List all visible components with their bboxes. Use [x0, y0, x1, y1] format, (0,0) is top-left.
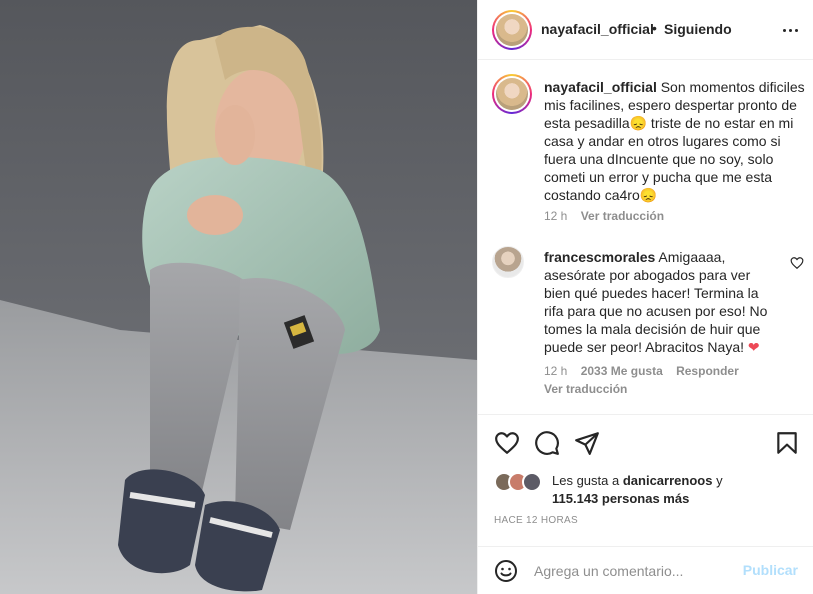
following-button[interactable]: Siguiendo — [664, 21, 732, 37]
bookmark-icon[interactable] — [774, 430, 800, 456]
caption-meta: 12 h Ver traducción — [544, 209, 664, 223]
post-timestamp[interactable]: HACE 12 HORAS — [494, 515, 578, 526]
publish-button[interactable]: Publicar — [743, 562, 798, 578]
header-separator: • — [652, 20, 657, 36]
post-author-avatar[interactable] — [492, 10, 532, 50]
likers-avatars[interactable] — [494, 472, 550, 492]
likes-count[interactable]: 115.143 personas más — [552, 491, 689, 506]
post-side-panel: nayafacil_official • Siguiendo nayafacil… — [477, 0, 813, 594]
post-header: nayafacil_official • Siguiendo — [478, 0, 813, 60]
comment-icon[interactable] — [534, 430, 560, 456]
comment-meta: 12 h 2033 Me gusta Responder — [544, 364, 804, 378]
comment-username[interactable]: francescmorales — [544, 249, 655, 265]
comment-heart-emoji: ❤ — [747, 339, 760, 355]
comment-time[interactable]: 12 h — [544, 364, 567, 378]
comment-box: Publicar — [478, 546, 813, 594]
post-actions-bar — [478, 414, 813, 470]
post-author-username[interactable]: nayafacil_official — [541, 21, 654, 37]
caption-time[interactable]: 12 h — [544, 209, 567, 223]
more-options-icon[interactable] — [778, 19, 802, 41]
send-icon[interactable] — [574, 430, 600, 456]
comment-likes-count[interactable]: 2033 Me gusta — [581, 364, 663, 378]
caption-see-translation[interactable]: Ver traducción — [581, 209, 664, 223]
emoji-icon[interactable] — [494, 559, 518, 583]
post-photo-illustration — [0, 0, 477, 594]
comment-input[interactable] — [534, 559, 734, 583]
liker-username[interactable]: danicarrenoos — [623, 473, 713, 488]
caption-text-block: nayafacil_official Son momentos dificile… — [544, 78, 806, 204]
comment-text-block: francescmorales Amigaaaa, asesórate por … — [544, 248, 780, 356]
heart-icon[interactable] — [494, 430, 520, 456]
caption-username[interactable]: nayafacil_official — [544, 79, 657, 95]
comment-like-heart-icon[interactable] — [790, 256, 804, 270]
post-photo[interactable] — [0, 0, 477, 594]
comment-reply-button[interactable]: Responder — [676, 364, 739, 378]
comment-see-translation[interactable]: Ver traducción — [544, 382, 627, 396]
commenter-avatar[interactable] — [492, 246, 524, 278]
caption-body: Son momentos dificiles mis facilines, es… — [544, 79, 805, 203]
likes-text: Les gusta a danicarrenoos y 115.143 pers… — [552, 473, 723, 506]
instagram-post-view: nayafacil_official • Siguiendo nayafacil… — [0, 0, 813, 594]
caption-author-avatar[interactable] — [492, 74, 532, 114]
